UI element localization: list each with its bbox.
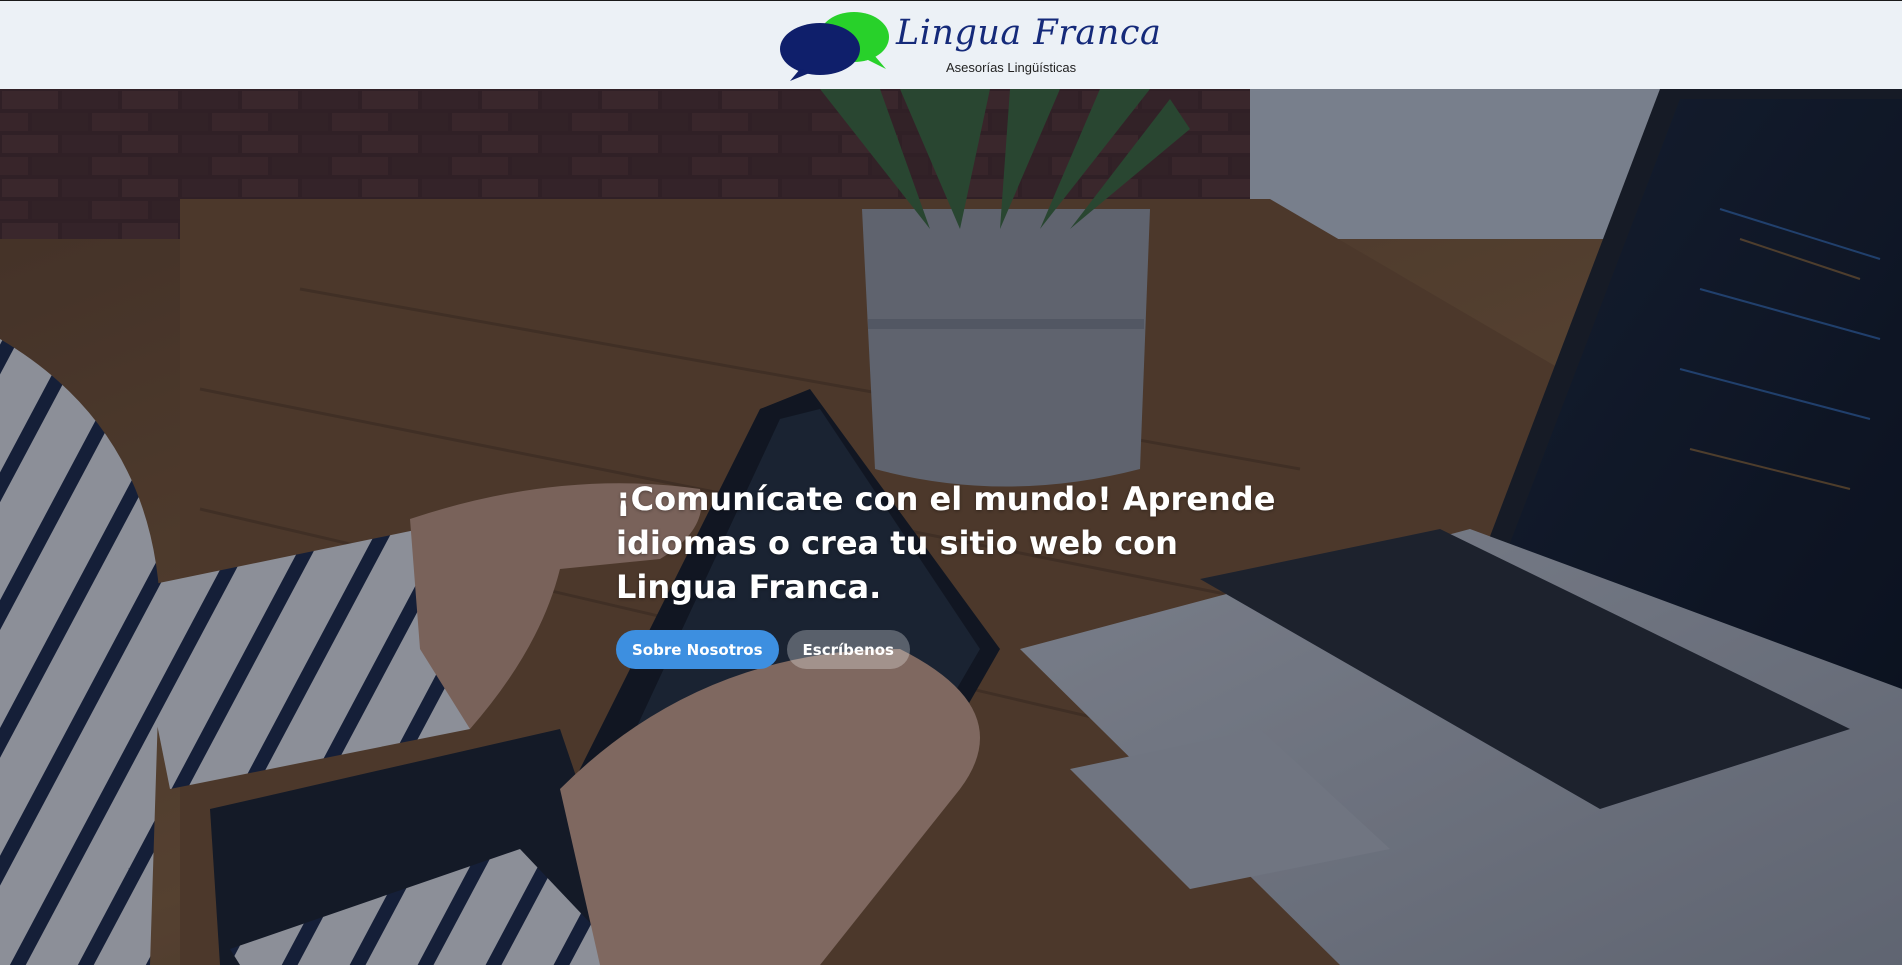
logo-subtitle: Asesorías Lingüísticas	[946, 60, 1077, 75]
logo-link[interactable]: Lingua Franca Asesorías Lingüísticas	[778, 9, 1161, 83]
hero-button-group: Sobre Nosotros Escríbenos	[616, 630, 1296, 669]
contact-us-button[interactable]: Escríbenos	[786, 630, 910, 669]
hero-section: ¡Comunícate con el mundo! Aprende idioma…	[0, 89, 1902, 965]
speech-bubbles-logo-icon	[780, 12, 889, 81]
about-us-button[interactable]: Sobre Nosotros	[616, 630, 779, 669]
site-header: Lingua Franca Asesorías Lingüísticas	[0, 0, 1902, 89]
hero-heading: ¡Comunícate con el mundo! Aprende idioma…	[616, 480, 1276, 606]
hero-content: ¡Comunícate con el mundo! Aprende idioma…	[616, 477, 1296, 669]
page: Lingua Franca Asesorías Lingüísticas ¡Co…	[0, 0, 1902, 965]
logo-title: Lingua Franca	[896, 13, 1162, 53]
